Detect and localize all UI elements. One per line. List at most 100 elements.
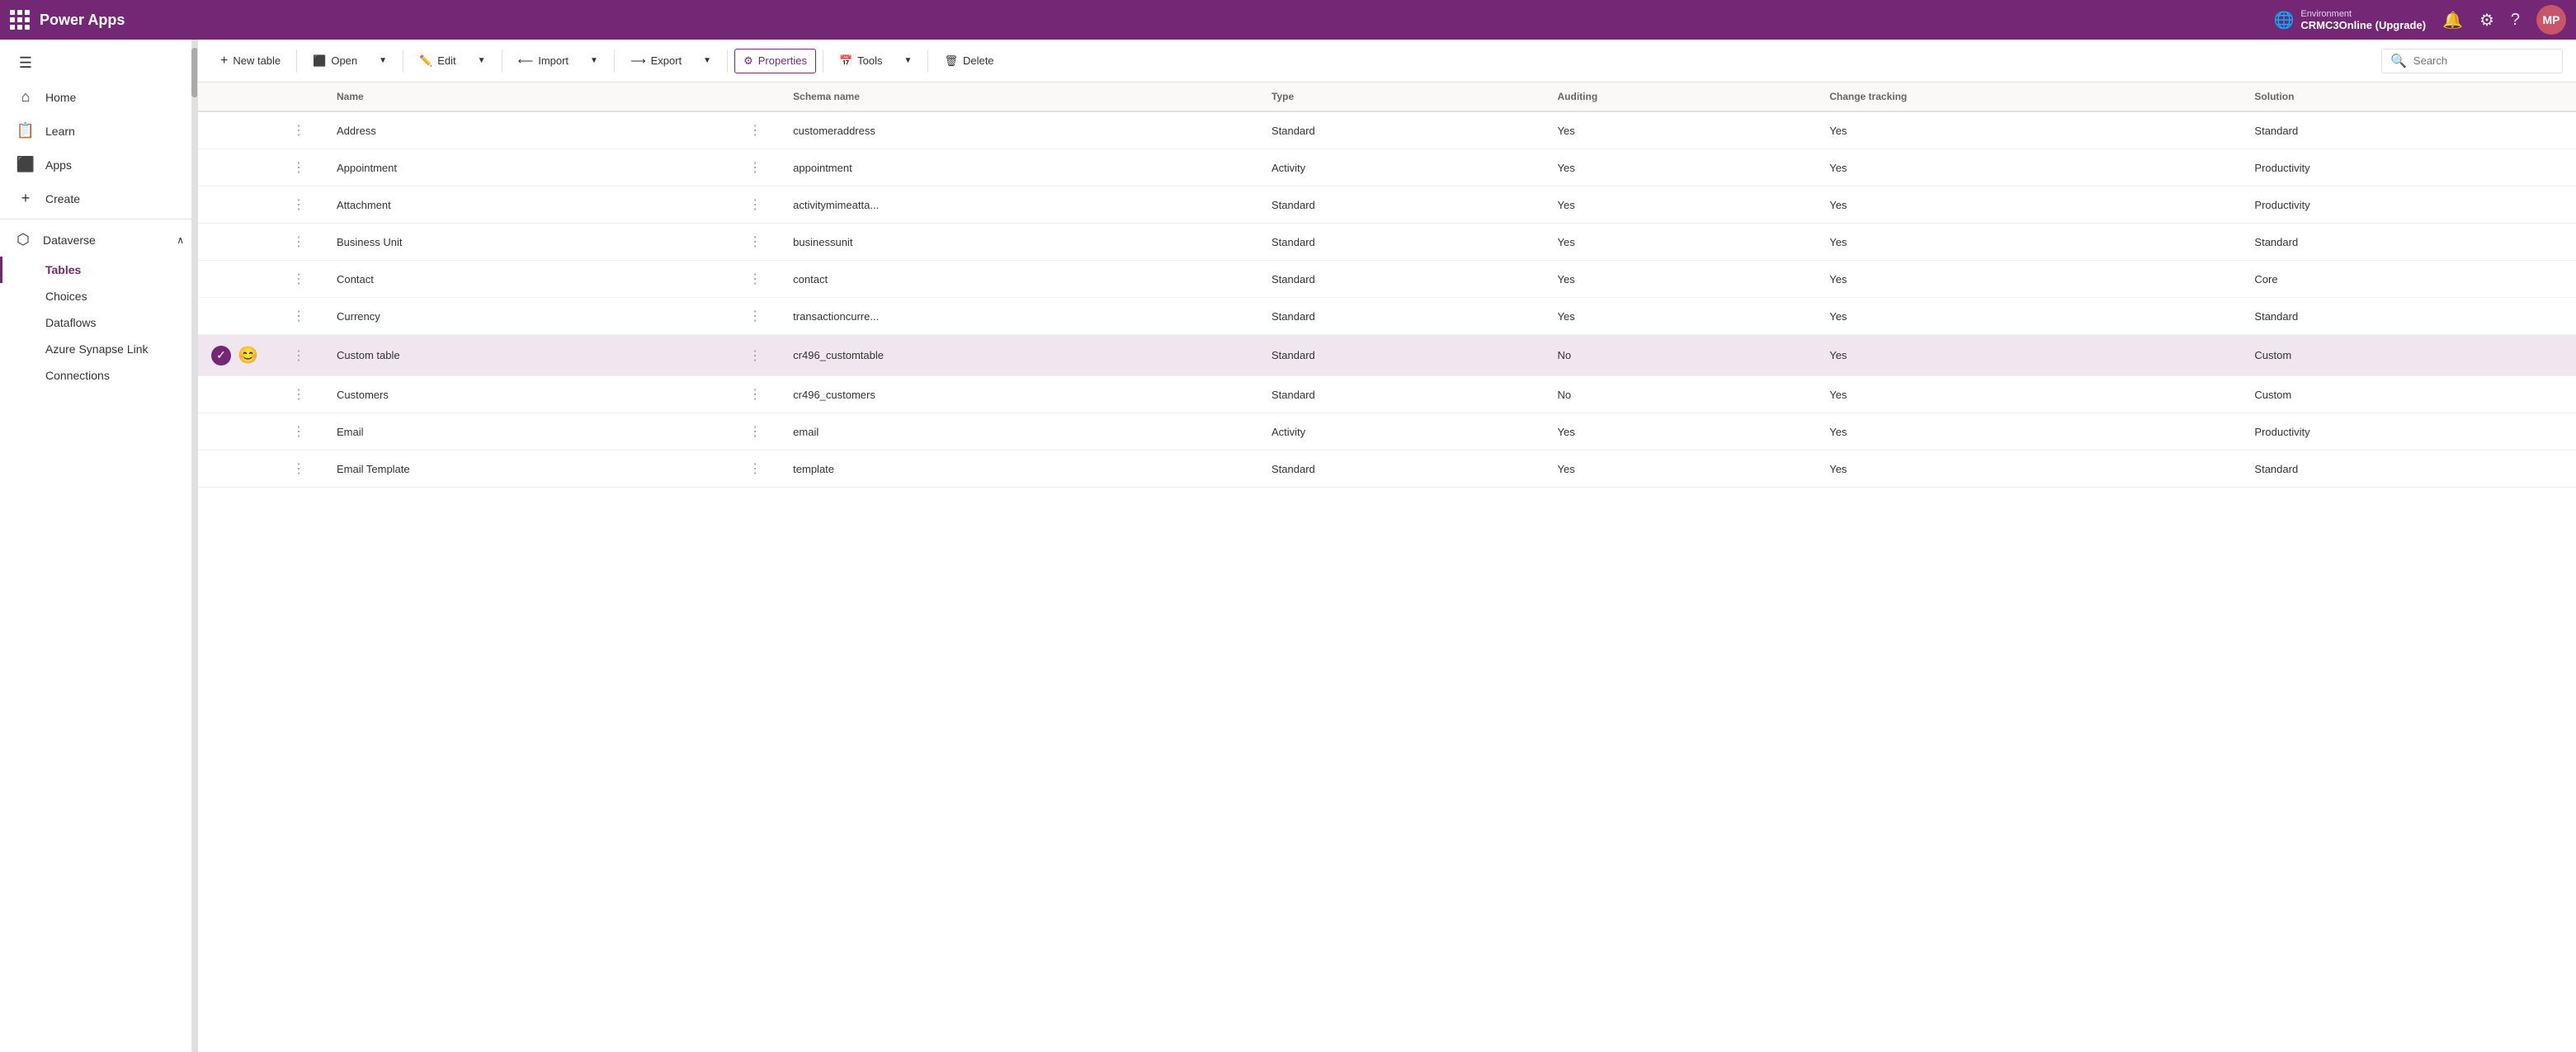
table-row[interactable]: ⋮Email Template⋮templateStandardYesYesSt… (198, 451, 2576, 488)
row-icons-cell (198, 224, 274, 261)
row-more-cell[interactable]: ⋮ (274, 186, 323, 224)
row-more-cell[interactable]: ⋮ (274, 224, 323, 261)
row-more-cell[interactable]: ⋮ (274, 298, 323, 335)
row-auditing: Yes (1545, 298, 1817, 335)
tools-chevron-icon: ▼ (904, 56, 913, 65)
sidebar-section-dataverse[interactable]: ⬡ Dataverse ∧ (0, 223, 197, 257)
row-more-cell[interactable]: ⋮ (274, 335, 323, 376)
edit-icon: ✏️ (419, 54, 432, 68)
table-row[interactable]: ⋮Currency⋮transactioncurre...StandardYes… (198, 298, 2576, 335)
row-more-opts-cell[interactable]: ⋮ (730, 224, 780, 261)
row-change-tracking: Yes (1816, 298, 2241, 335)
row-more-opts-cell[interactable]: ⋮ (730, 149, 780, 186)
row-menu-icon[interactable]: ⋮ (743, 122, 767, 139)
properties-button[interactable]: ⚙ Properties (734, 49, 816, 73)
table-row[interactable]: ⋮Customers⋮cr496_customersStandardNoYesC… (198, 376, 2576, 413)
more-options-icon[interactable]: ⋮ (287, 460, 310, 478)
import-button[interactable]: ⟵ Import (509, 49, 578, 73)
edit-caret-button[interactable]: ▼ (469, 50, 495, 71)
table-row[interactable]: ⋮Business Unit⋮businessunitStandardYesYe… (198, 224, 2576, 261)
row-menu-icon[interactable]: ⋮ (743, 347, 767, 365)
row-more-opts-cell[interactable]: ⋮ (730, 335, 780, 376)
topbar-right: 🌐 Environment CRMC3Online (Upgrade) 🔔 ⚙ … (2273, 5, 2566, 35)
delete-button[interactable]: 🗑 Delete (935, 49, 1003, 73)
tools-button[interactable]: 📅 Tools (830, 49, 892, 73)
row-menu-icon[interactable]: ⋮ (743, 234, 767, 251)
row-change-tracking: Yes (1816, 376, 2241, 413)
search-box[interactable]: 🔍 (2381, 49, 2563, 73)
row-more-opts-cell[interactable]: ⋮ (730, 298, 780, 335)
more-options-icon[interactable]: ⋮ (287, 196, 310, 214)
row-menu-icon[interactable]: ⋮ (743, 271, 767, 288)
open-caret-button[interactable]: ▼ (370, 50, 396, 71)
sidebar-item-azure-synapse[interactable]: Azure Synapse Link (0, 336, 197, 362)
search-input[interactable] (2413, 54, 2545, 67)
row-more-opts-cell[interactable]: ⋮ (730, 111, 780, 149)
edit-button[interactable]: ✏️ Edit (410, 49, 465, 73)
table-row[interactable]: ⋮Address⋮customeraddressStandardYesYesSt… (198, 111, 2576, 149)
notification-icon[interactable]: 🔔 (2442, 10, 2463, 31)
import-caret-button[interactable]: ▼ (581, 50, 607, 71)
row-menu-icon[interactable]: ⋮ (743, 159, 767, 177)
table-row[interactable]: ⋮Email⋮emailActivityYesYesProductivity (198, 413, 2576, 451)
new-table-button[interactable]: + New table (211, 48, 290, 74)
col-name[interactable]: Name (323, 83, 730, 111)
tools-caret-button[interactable]: ▼ (895, 50, 922, 71)
avatar[interactable]: MP (2536, 5, 2566, 35)
more-options-icon[interactable]: ⋮ (287, 122, 310, 139)
row-auditing: No (1545, 376, 1817, 413)
export-label: Export (651, 54, 682, 67)
scrollbar[interactable] (191, 40, 198, 1052)
sidebar-item-tables[interactable]: Tables (0, 257, 197, 283)
open-button[interactable]: ⬛ Open (304, 49, 366, 73)
sidebar-collapse[interactable]: ☰ (0, 46, 197, 80)
sidebar-item-dataflows[interactable]: Dataflows (0, 309, 197, 336)
row-more-cell[interactable]: ⋮ (274, 261, 323, 298)
table-row[interactable]: ⋮Contact⋮contactStandardYesYesCore (198, 261, 2576, 298)
environment-selector[interactable]: 🌐 Environment CRMC3Online (Upgrade) (2273, 9, 2426, 31)
row-menu-icon[interactable]: ⋮ (743, 308, 767, 325)
col-schema-name[interactable]: Schema name (780, 83, 1258, 111)
col-type[interactable]: Type (1258, 83, 1545, 111)
row-more-opts-cell[interactable]: ⋮ (730, 186, 780, 224)
table-row[interactable]: ⋮Attachment⋮activitymimeatta...StandardY… (198, 186, 2576, 224)
export-button[interactable]: ⟶ Export (621, 49, 691, 73)
help-icon[interactable]: ? (2511, 11, 2520, 30)
row-menu-icon[interactable]: ⋮ (743, 423, 767, 441)
row-more-cell[interactable]: ⋮ (274, 111, 323, 149)
row-auditing: Yes (1545, 261, 1817, 298)
more-options-icon[interactable]: ⋮ (287, 159, 310, 177)
col-solution[interactable]: Solution (2241, 83, 2576, 111)
sidebar-item-home[interactable]: ⌂ Home (0, 80, 197, 114)
more-options-icon[interactable]: ⋮ (287, 271, 310, 288)
row-more-cell[interactable]: ⋮ (274, 149, 323, 186)
col-change-tracking[interactable]: Change tracking (1816, 83, 2241, 111)
col-auditing[interactable]: Auditing (1545, 83, 1817, 111)
row-more-opts-cell[interactable]: ⋮ (730, 376, 780, 413)
row-menu-icon[interactable]: ⋮ (743, 386, 767, 403)
more-options-icon[interactable]: ⋮ (287, 423, 310, 441)
waffle-menu[interactable] (10, 10, 30, 30)
row-more-opts-cell[interactable]: ⋮ (730, 261, 780, 298)
settings-icon[interactable]: ⚙ (2479, 10, 2494, 31)
more-options-icon[interactable]: ⋮ (287, 386, 310, 403)
row-menu-icon[interactable]: ⋮ (743, 196, 767, 214)
more-options-icon[interactable]: ⋮ (287, 308, 310, 325)
more-options-icon[interactable]: ⋮ (287, 234, 310, 251)
export-caret-button[interactable]: ▼ (694, 50, 720, 71)
row-more-cell[interactable]: ⋮ (274, 376, 323, 413)
row-more-cell[interactable]: ⋮ (274, 413, 323, 451)
table-row[interactable]: ✓😊⋮Custom table⋮cr496_customtableStandar… (198, 335, 2576, 376)
row-more-opts-cell[interactable]: ⋮ (730, 451, 780, 488)
sidebar-item-connections[interactable]: Connections (0, 362, 197, 389)
sidebar-item-learn[interactable]: 📋 Learn (0, 114, 197, 148)
sidebar-item-apps[interactable]: ⬛ Apps (0, 148, 197, 182)
sidebar-item-choices[interactable]: Choices (0, 283, 197, 309)
scrollbar-thumb[interactable] (191, 48, 198, 97)
table-row[interactable]: ⋮Appointment⋮appointmentActivityYesYesPr… (198, 149, 2576, 186)
row-menu-icon[interactable]: ⋮ (743, 460, 767, 478)
row-more-opts-cell[interactable]: ⋮ (730, 413, 780, 451)
sidebar-item-create[interactable]: + Create (0, 182, 197, 215)
row-more-cell[interactable]: ⋮ (274, 451, 323, 488)
more-options-icon[interactable]: ⋮ (287, 347, 310, 365)
